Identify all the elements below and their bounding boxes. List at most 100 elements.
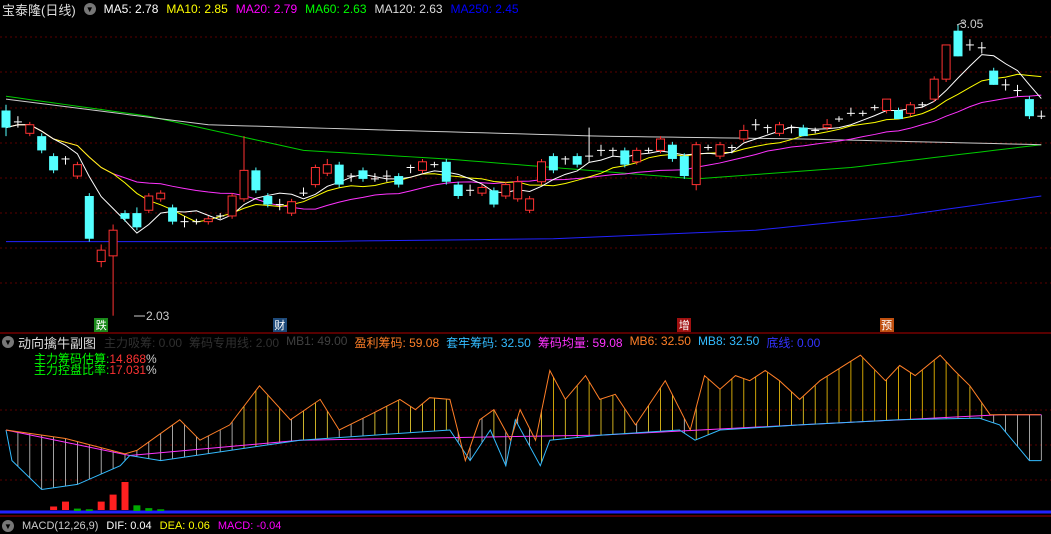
event-marker[interactable]: 财 (272, 318, 287, 332)
candle-down (953, 30, 963, 57)
chevron-down-icon[interactable]: ▼ (2, 520, 14, 532)
macd-bar (50, 506, 58, 510)
candle-down (334, 164, 344, 185)
candle-up (239, 169, 249, 200)
candle-up (739, 129, 749, 140)
candle-up (656, 138, 665, 151)
note-unit: % (146, 363, 157, 377)
indicator-legend-item: 套牢筹码: 32.50 (446, 335, 531, 350)
candle-up (477, 186, 487, 194)
macd-value: MACD: -0.04 (217, 520, 282, 532)
candle-down (49, 156, 59, 171)
candle-up (941, 44, 951, 80)
candle-down (548, 156, 558, 171)
candle-up (144, 195, 154, 211)
macd-bar (121, 482, 129, 510)
indicator-legend-item: MB8: 32.50 (697, 333, 760, 348)
candle-up (822, 124, 832, 129)
candle-down (120, 213, 130, 219)
candle-down (168, 207, 178, 222)
candle-up (227, 195, 237, 217)
candle-up (72, 164, 82, 177)
sub-header: ▼ 动向擒牛副图 主力吸筹: 0.00 筹码专用线: 2.00 MB1: 49.00… (2, 333, 821, 351)
candle-up (715, 144, 725, 157)
candle-up (108, 229, 118, 257)
candle-down (489, 190, 499, 205)
candle-down (894, 110, 903, 120)
candle-up (96, 249, 106, 263)
macd-dea: DEA: 0.06 (159, 520, 210, 532)
candle-down (37, 136, 47, 151)
candle-down (798, 127, 808, 137)
candle-down (1024, 99, 1034, 117)
candle-up (775, 124, 784, 134)
candle-up (322, 164, 332, 174)
macd-bar (62, 501, 69, 510)
chevron-down-icon[interactable]: ▼ (2, 336, 14, 348)
candle-down (84, 196, 94, 239)
candle-down (572, 156, 582, 165)
macd-bar (145, 508, 153, 511)
candle-up (501, 184, 511, 197)
indicator-legend-item: 筹码均量: 59.08 (537, 335, 623, 350)
candle-down (358, 170, 368, 179)
candle-up (25, 124, 35, 134)
ma-line-ma250 (6, 195, 1042, 243)
candle-down (453, 184, 463, 196)
candle-up (525, 198, 535, 211)
indicator-legend-item: 盈利筹码: 59.08 (354, 335, 440, 350)
macd-bar (109, 494, 117, 510)
low-price-label: 2.03 (146, 310, 169, 322)
kline-chart (0, 21, 1051, 517)
event-marker[interactable]: 预 (879, 318, 894, 332)
candle-up (691, 144, 701, 186)
candle-down (263, 196, 273, 205)
candle-up (156, 192, 166, 200)
indicator-legend-item: 主力吸筹: 0.00 (104, 335, 183, 350)
low-value: 2.03 (146, 309, 170, 323)
ma-line-ma5 (5, 54, 1042, 234)
macd-header: ▼ MACD(12,26,9) DIF: 0.04 DEA: 0.06 MACD… (2, 518, 281, 534)
event-marker[interactable]: 跌 (94, 318, 109, 332)
candle-up (203, 218, 213, 223)
ma-line-ma20 (5, 94, 1042, 210)
macd-dif: DIF: 0.04 (106, 520, 152, 532)
sub-title: 动向擒牛副图 (18, 335, 97, 351)
candle-up (537, 161, 546, 183)
candle-up (418, 161, 427, 171)
candle-up (905, 104, 915, 114)
macd-bar (157, 509, 165, 511)
macd-bar (133, 505, 141, 511)
high-value: 3.05 (960, 17, 984, 31)
indicator-legend-item: 底线: 0.00 (766, 335, 821, 350)
sub-line (5, 417, 1042, 491)
macd-bar (97, 501, 105, 510)
candle-down (251, 170, 261, 191)
candle-down (132, 213, 142, 228)
candle-up (929, 78, 939, 100)
event-marker[interactable]: 增 (677, 318, 692, 332)
candle-down (667, 144, 677, 159)
candle-down (679, 156, 689, 177)
note-label: 主力控盘比率: (34, 363, 110, 377)
indicator-legend-item: MB6: 32.50 (629, 333, 691, 348)
macd-title: MACD(12,26,9) (22, 520, 99, 532)
macd-bar (73, 508, 81, 511)
high-price-label: 3.05 (960, 18, 983, 30)
indicator-legend-item: 筹码专用线: 2.00 (189, 335, 280, 350)
candle-down (1, 110, 11, 128)
candle-up (632, 149, 642, 163)
candle-down (394, 176, 404, 185)
candle-down (989, 70, 999, 85)
candle-down (620, 150, 630, 165)
macd-bar (85, 509, 93, 511)
candle-up (310, 167, 320, 186)
ma-line-ma10 (5, 73, 1042, 223)
indicator-legend-item: MB1: 49.00 (286, 333, 348, 348)
candle-down (441, 161, 451, 182)
candle-up (287, 201, 297, 214)
candle-up (513, 181, 523, 200)
candle-up (882, 98, 892, 111)
sub-note: 主力控盘比率:17.031% (34, 363, 157, 377)
note-value: 17.031 (109, 363, 147, 377)
